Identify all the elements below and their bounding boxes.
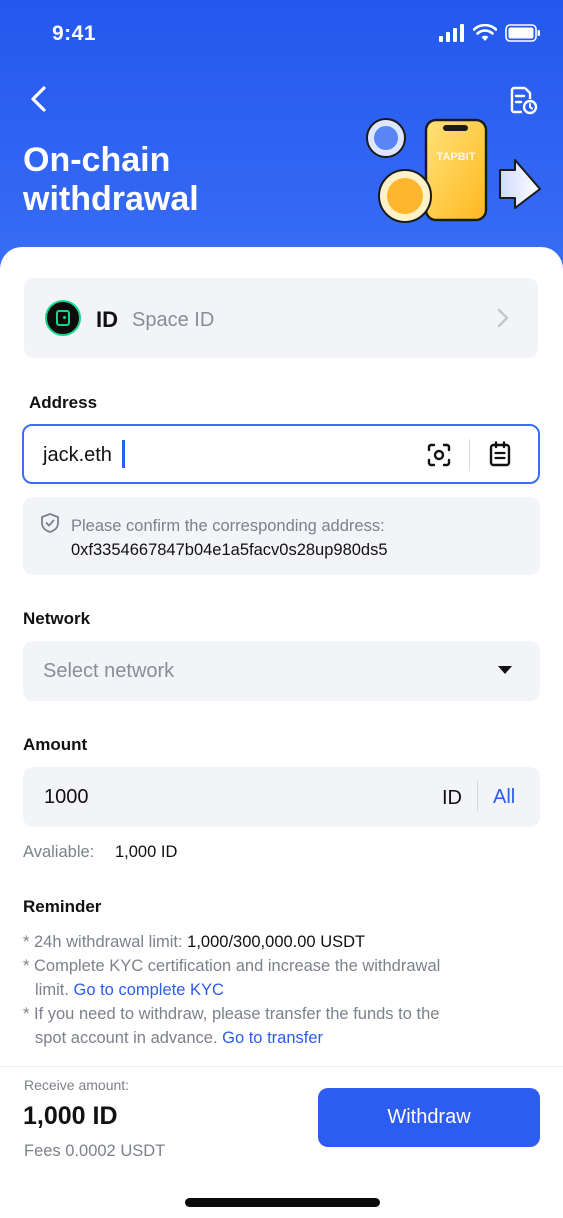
reminder-kyc-text: limit. <box>35 981 74 999</box>
battery-icon <box>505 24 540 42</box>
home-indicator <box>185 1198 380 1207</box>
dropdown-icon <box>498 666 512 674</box>
network-select[interactable]: Select network <box>23 641 540 701</box>
input-divider <box>469 439 470 471</box>
illustration-brand-text: TAPBIT <box>437 151 476 163</box>
reminder-transfer-line1: * If you need to withdraw, please transf… <box>23 1005 440 1023</box>
back-button[interactable] <box>22 82 56 116</box>
token-selector[interactable]: ID Space ID <box>24 278 538 358</box>
available-value: 1,000 ID <box>115 843 178 861</box>
footer-divider <box>0 1066 563 1067</box>
address-label: Address <box>29 393 98 412</box>
status-icons <box>439 24 541 42</box>
reminder-kyc-line1: * Complete KYC certification and increas… <box>23 957 441 975</box>
receive-amount-value: 1,000 ID <box>23 1102 118 1130</box>
amount-label: Amount <box>23 735 88 754</box>
reminder-transfer-text: spot account in advance. <box>35 1029 223 1047</box>
available-label: Avaliable: <box>23 843 95 861</box>
withdrawal-illustration: TAPBIT <box>366 118 541 223</box>
reminder-kyc-line2: limit. Go to complete KYC <box>35 978 224 1002</box>
address-input[interactable]: jack.eth <box>22 424 540 484</box>
status-time: 9:41 <box>52 22 97 45</box>
confirm-text: Please confirm the corresponding address… <box>71 517 385 535</box>
paste-icon[interactable] <box>486 440 514 468</box>
amount-value: 1000 <box>44 786 89 808</box>
reminder-limit: * 24h withdrawal limit: 1,000/300,000.00… <box>23 930 365 954</box>
amount-unit: ID <box>442 787 462 809</box>
shield-icon <box>41 513 59 533</box>
reminder-title: Reminder <box>23 897 102 916</box>
resolved-address: 0xf3354667847b04e1a5facv0s28up980ds5 <box>71 541 388 559</box>
scan-icon[interactable] <box>426 442 452 468</box>
receive-amount-label: Receive amount: <box>24 1077 130 1093</box>
text-caret <box>122 440 125 468</box>
reminder-limit-prefix: * 24h withdrawal limit: <box>23 933 188 951</box>
kyc-link[interactable]: Go to complete KYC <box>74 981 224 999</box>
reminder-transfer-line2: spot account in advance. Go to transfer <box>35 1026 323 1050</box>
network-placeholder: Select network <box>43 660 175 682</box>
amount-divider <box>477 781 478 811</box>
page-title: On-chain withdrawal <box>23 141 199 218</box>
address-confirmation: Please confirm the corresponding address… <box>23 497 540 575</box>
all-button[interactable]: All <box>493 786 515 809</box>
token-symbol: ID <box>96 307 118 332</box>
network-label: Network <box>23 609 91 628</box>
address-value: jack.eth <box>43 444 112 466</box>
reminder-limit-value: 1,000/300,000.00 USDT <box>187 933 366 951</box>
token-name: Space ID <box>132 309 215 331</box>
space-id-logo-icon <box>45 300 81 336</box>
status-bar: 9:41 <box>0 0 563 70</box>
signal-icon <box>439 24 464 42</box>
withdraw-button[interactable]: Withdraw <box>318 1088 540 1147</box>
back-icon <box>31 86 46 112</box>
fees-text: Fees 0.0002 USDT <box>24 1142 166 1160</box>
wifi-icon <box>473 24 497 41</box>
chevron-right-icon <box>497 308 509 328</box>
amount-input[interactable]: 1000 ID All <box>23 767 540 827</box>
transfer-link[interactable]: Go to transfer <box>222 1029 323 1047</box>
